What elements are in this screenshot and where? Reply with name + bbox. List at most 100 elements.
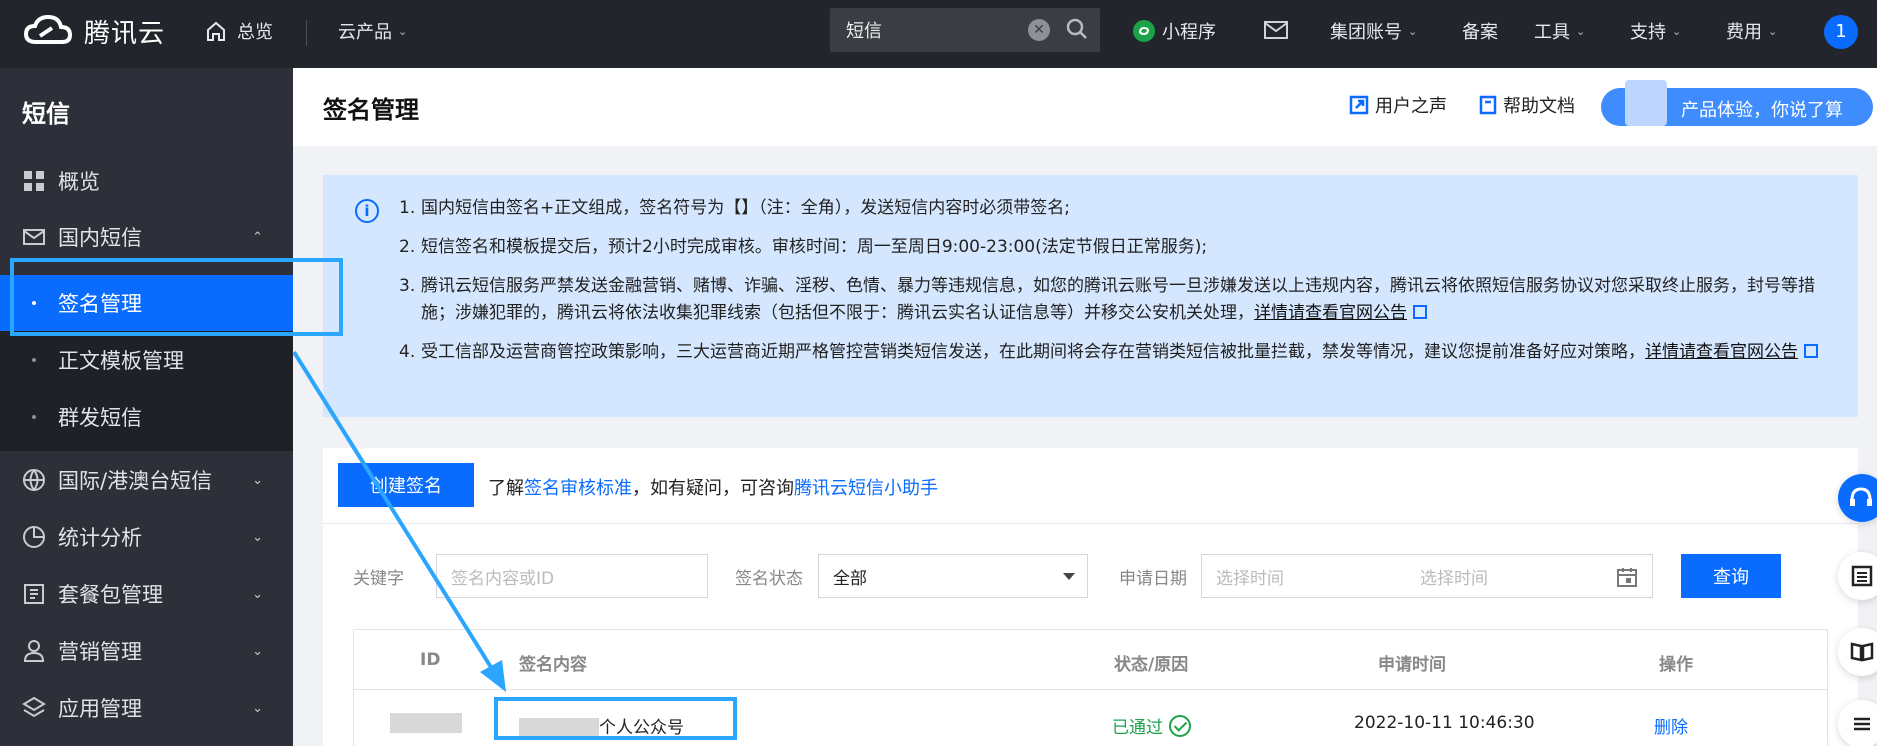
external-link-icon xyxy=(1413,305,1427,319)
announcement-link[interactable]: 详情请查看官网公告 xyxy=(1254,303,1407,323)
nav-group-account[interactable]: 集团账号 ⌄ xyxy=(1330,18,1417,44)
nav-support-label: 支持 xyxy=(1630,22,1666,43)
nav-billing-label: 费用 xyxy=(1726,22,1762,43)
notice-item: 3. 腾讯云短信服务严禁发送金融营销、赌博、诈骗、淫秽、色情、暴力等违规信息，如您… xyxy=(399,273,1829,327)
mail-icon xyxy=(1264,21,1288,39)
external-link-icon xyxy=(1804,344,1818,358)
sidebar-item-statistics[interactable]: 统计分析 ⌄ xyxy=(0,509,293,565)
notice-item-text: 腾讯云短信服务严禁发送金融营销、赌博、诈骗、淫秽、色情、暴力等违规信息，如您的腾… xyxy=(421,276,1815,323)
sidebar-subitem-bulk-sms[interactable]: 群发短信 xyxy=(0,389,293,445)
calendar-icon[interactable] xyxy=(1616,566,1638,588)
headset-icon xyxy=(1850,487,1872,506)
notice-item-text: 国内短信由签名+正文组成，签名符号为【】（注：全角），发送短信内容时必须带签名; xyxy=(421,198,1070,218)
external-link-icon xyxy=(1349,95,1369,115)
review-standard-link[interactable]: 签名审核标准 xyxy=(524,478,632,499)
keyword-input[interactable]: 签名内容或ID xyxy=(436,554,708,598)
nav-products-label: 云产品 xyxy=(338,22,392,43)
redacted-block xyxy=(519,718,599,738)
notice-item-text: 短信签名和模板提交后，预计2小时完成审核。审核时间：周一至周日9:00-23:0… xyxy=(421,237,1208,257)
nav-messages[interactable] xyxy=(1264,20,1288,40)
nav-tools[interactable]: 工具 ⌄ xyxy=(1534,18,1585,44)
layers-icon xyxy=(22,696,46,718)
sidebar-item-label: 统计分析 xyxy=(58,526,142,550)
top-navigation-bar: 腾讯云 总览 云产品 ⌄ ✕ 小程序 集团账号 ⌄ 备案 工具 ⌄ 支持 ⌄ 费… xyxy=(0,0,1877,68)
date-end-input[interactable]: 选择时间 xyxy=(1420,564,1488,589)
sidebar-subitem-template[interactable]: 正文模板管理 xyxy=(0,332,293,388)
notice-item: 2. 短信签名和模板提交后，预计2小时完成审核。审核时间：周一至周日9:00-23… xyxy=(399,234,1829,261)
package-icon xyxy=(24,584,44,604)
nav-beian[interactable]: 备案 xyxy=(1462,18,1498,44)
announcement-link[interactable]: 详情请查看官网公告 xyxy=(1645,342,1798,362)
sidebar: 短信 概览 国内短信 ⌃ 签名管理 正文模板管理 群发短信 国际/港澳台短信 ⌄… xyxy=(0,68,293,746)
sidebar-item-marketing[interactable]: 营销管理 ⌄ xyxy=(0,623,293,679)
signature-content-suffix: 个人公众号 xyxy=(599,718,684,738)
chevron-down-icon: ⌄ xyxy=(1768,24,1778,38)
brand-logo[interactable]: 腾讯云 xyxy=(22,12,165,50)
mail-icon xyxy=(23,229,45,245)
status-badge: 已通过 xyxy=(1112,713,1191,738)
menu-icon xyxy=(1854,717,1870,731)
info-icon: i xyxy=(355,199,379,223)
sidebar-submenu: 签名管理 正文模板管理 群发短信 xyxy=(0,275,293,451)
nav-divider xyxy=(306,20,307,46)
date-start-input[interactable]: 选择时间 xyxy=(1216,564,1284,589)
signature-content: 个人公众号 xyxy=(519,713,684,738)
sidebar-item-label: 国内短信 xyxy=(58,226,142,250)
status-select[interactable]: 全部 xyxy=(818,554,1088,598)
nav-products-menu[interactable]: 云产品 ⌄ xyxy=(338,18,407,44)
column-header-time: 申请时间 xyxy=(1378,655,1446,675)
globe-icon xyxy=(23,469,45,491)
table-header: ID 签名内容 状态/原因 申请时间 操作 xyxy=(354,630,1827,690)
chevron-down-icon: ⌄ xyxy=(1408,24,1418,38)
nav-support[interactable]: 支持 ⌄ xyxy=(1630,18,1681,44)
search-input[interactable] xyxy=(846,19,1016,41)
user-voice-link[interactable]: 用户之声 xyxy=(1349,92,1447,118)
notice-item-number: 3. xyxy=(399,276,416,296)
status-label: 签名状态 xyxy=(735,569,803,589)
status-text: 已通过 xyxy=(1112,718,1163,738)
sidebar-subitem-label: 群发短信 xyxy=(58,406,142,430)
sidebar-item-apps[interactable]: 应用管理 ⌄ xyxy=(0,680,293,736)
menu-button[interactable] xyxy=(1838,700,1877,746)
sidebar-item-label: 营销管理 xyxy=(58,640,142,664)
sidebar-item-international[interactable]: 国际/港澳台短信 ⌄ xyxy=(0,452,293,508)
caret-down-icon xyxy=(1063,573,1075,580)
global-search[interactable]: ✕ xyxy=(830,8,1100,52)
date-range-picker[interactable]: 选择时间 选择时间 xyxy=(1201,554,1653,598)
nav-billing[interactable]: 费用 ⌄ xyxy=(1726,18,1777,44)
chevron-down-icon: ⌄ xyxy=(1576,24,1586,38)
date-label: 申请日期 xyxy=(1119,569,1187,589)
product-experience-button[interactable]: 产品体验，你说了算 xyxy=(1601,80,1873,126)
clear-icon[interactable]: ✕ xyxy=(1028,19,1050,41)
notice-list: 1. 国内短信由签名+正文组成，签名符号为【】（注：全角），发送短信内容时必须带签… xyxy=(399,195,1829,378)
signature-panel: 创建签名 了解签名审核标准，如有疑问，可咨询腾讯云短信小助手 关键字 签名内容或… xyxy=(323,448,1858,746)
notice-item: 4. 受工信部及运营商管控政策影响，三大运营商近期严格管控营销类短信发送，在此期间… xyxy=(399,339,1829,366)
nav-home-label: 总览 xyxy=(237,22,273,43)
sidebar-item-domestic-sms[interactable]: 国内短信 ⌃ xyxy=(0,209,293,265)
sms-assistant-link[interactable]: 腾讯云短信小助手 xyxy=(794,478,938,499)
sidebar-item-label: 国际/港澳台短信 xyxy=(58,469,213,493)
home-icon xyxy=(207,21,225,41)
sidebar-item-overview[interactable]: 概览 xyxy=(0,153,293,209)
user-avatar[interactable]: 1 xyxy=(1824,15,1858,49)
delete-link[interactable]: 删除 xyxy=(1654,713,1688,738)
nav-home[interactable]: 总览 xyxy=(205,18,273,44)
notice-item-text: 受工信部及运营商管控政策影响，三大运营商近期严格管控营销类短信发送，在此期间将会… xyxy=(421,342,1645,362)
keyword-label: 关键字 xyxy=(353,569,404,589)
apply-time: 2022-10-11 10:46:30 xyxy=(1354,713,1535,733)
column-header-id: ID xyxy=(420,650,441,670)
chevron-down-icon: ⌄ xyxy=(252,700,263,716)
brand-name: 腾讯云 xyxy=(84,18,166,49)
nav-mini-program-label: 小程序 xyxy=(1162,22,1216,43)
query-button[interactable]: 查询 xyxy=(1681,554,1781,598)
check-circle-icon xyxy=(1169,714,1191,737)
nav-mini-program[interactable]: 小程序 xyxy=(1132,18,1216,44)
sidebar-title: 短信 xyxy=(22,100,70,128)
chevron-up-icon: ⌃ xyxy=(252,229,263,245)
sidebar-item-packages[interactable]: 套餐包管理 ⌄ xyxy=(0,566,293,622)
signature-table: ID 签名内容 状态/原因 申请时间 操作 个人公众号 已通过 2022-10-… xyxy=(353,629,1828,746)
create-signature-button[interactable]: 创建签名 xyxy=(338,463,474,507)
sidebar-subitem-signature[interactable]: 签名管理 xyxy=(0,275,293,331)
help-doc-link[interactable]: 帮助文档 xyxy=(1479,92,1575,118)
search-icon[interactable] xyxy=(1066,18,1088,40)
